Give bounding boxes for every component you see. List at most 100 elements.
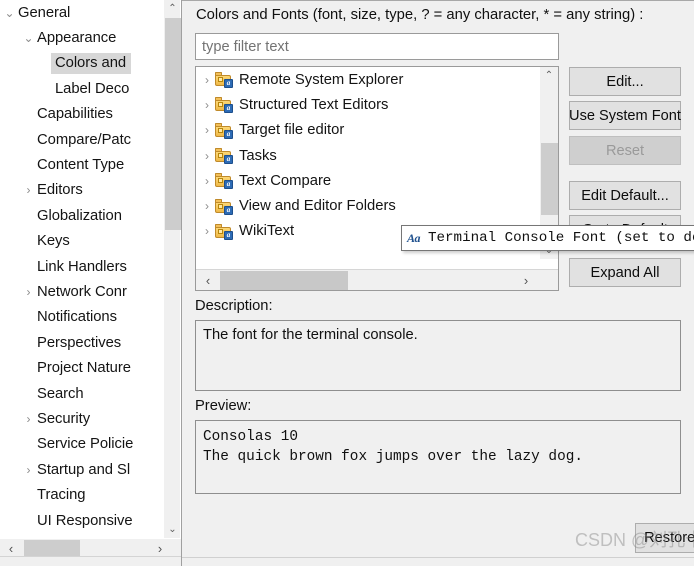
tree-item-label: View and Editor Folders bbox=[239, 198, 396, 215]
fonts-tree-box: › a Remote System Explorer › a Structured Tex… bbox=[195, 66, 559, 291]
chevron-right-icon[interactable]: › bbox=[20, 286, 37, 298]
sidebar-item-appearance[interactable]: ⌄ Appearance bbox=[0, 25, 164, 50]
chevron-down-icon[interactable]: ⌄ bbox=[20, 32, 37, 44]
folder-font-icon: a bbox=[215, 198, 233, 215]
tree-vscroll-thumb[interactable] bbox=[541, 143, 558, 215]
table-row[interactable]: › a Tasks bbox=[196, 143, 540, 168]
font-aa-icon: Aa bbox=[407, 230, 421, 245]
sidebar-item-label-deco[interactable]: Label Deco bbox=[0, 76, 164, 101]
tree-scroll-left-icon[interactable]: ‹ bbox=[198, 270, 218, 290]
preview-line-1: Consolas 10 bbox=[203, 429, 298, 445]
folder-font-icon: a bbox=[215, 72, 233, 89]
sidebar-item-label: UI Responsive bbox=[37, 512, 133, 529]
chevron-right-icon[interactable]: › bbox=[199, 224, 215, 238]
sidebar-item-label: Search bbox=[37, 385, 84, 402]
tree-horizontal-scrollbar[interactable]: ‹ › bbox=[196, 269, 558, 290]
sidebar-item-project-nature[interactable]: Project Nature bbox=[0, 355, 164, 380]
tree-item-label: Remote System Explorer bbox=[239, 71, 404, 88]
chevron-right-icon[interactable]: › bbox=[20, 184, 37, 196]
folder-font-icon: a bbox=[215, 122, 233, 139]
sidebar-item-label: Keys bbox=[37, 233, 70, 250]
sidebar-item-label: General bbox=[18, 4, 71, 21]
chevron-right-icon[interactable]: › bbox=[199, 73, 215, 87]
sidebar-item-label: Project Nature bbox=[37, 360, 131, 377]
sidebar-item-label: Startup and Sl bbox=[37, 461, 131, 478]
description-box: The font for the terminal console. bbox=[195, 320, 681, 391]
sidebar-item-label: Network Conr bbox=[37, 283, 127, 300]
filter-input[interactable] bbox=[195, 33, 559, 60]
sidebar-vscroll-thumb[interactable] bbox=[165, 18, 181, 230]
page-title: Colors and Fonts (font, size, type, ? = … bbox=[196, 7, 644, 23]
tree-item-label: WikiText bbox=[239, 223, 295, 240]
sidebar-item-perspectives[interactable]: Perspectives bbox=[0, 330, 164, 355]
table-row[interactable]: › a Text Compare bbox=[196, 168, 540, 193]
use-system-font-button[interactable]: Use System Font bbox=[569, 101, 681, 130]
chevron-right-icon[interactable]: › bbox=[199, 98, 215, 112]
scroll-up-icon[interactable]: ⌃ bbox=[164, 0, 181, 17]
sidebar-item-link-handlers[interactable]: Link Handlers bbox=[0, 254, 164, 279]
sidebar-item-general[interactable]: ⌄ General bbox=[0, 0, 164, 25]
panel-top-divider bbox=[182, 0, 694, 1]
scroll-left-icon[interactable]: ‹ bbox=[2, 539, 20, 557]
tree-hscroll-thumb[interactable] bbox=[220, 271, 348, 290]
sidebar-item-label: Compare/Patc bbox=[37, 131, 131, 148]
sidebar-item-user-storage[interactable]: ›User Storage bbox=[0, 533, 164, 539]
chevron-right-icon[interactable]: › bbox=[199, 123, 215, 137]
preview-label: Preview: bbox=[195, 398, 252, 414]
table-row[interactable]: › a Structured Text Editors bbox=[196, 92, 540, 117]
sidebar-item-capabilities[interactable]: Capabilities bbox=[0, 102, 164, 127]
tree-scroll-right-icon[interactable]: › bbox=[516, 270, 536, 290]
sidebar-item-colors-and[interactable]: Colors and bbox=[0, 51, 164, 76]
sidebar-horizontal-scrollbar[interactable]: ‹ › bbox=[0, 539, 181, 557]
sidebar-item-network-conr[interactable]: › Network Conr bbox=[0, 279, 164, 304]
scroll-right-icon[interactable]: › bbox=[151, 539, 169, 557]
table-row[interactable]: › a View and Editor Folders bbox=[196, 193, 540, 218]
tree-item-label: Text Compare bbox=[239, 172, 332, 189]
sidebar-item-label: Capabilities bbox=[37, 106, 113, 123]
sidebar-item-label: Content Type bbox=[37, 157, 125, 174]
sidebar-item-service-policie[interactable]: Service Policie bbox=[0, 432, 164, 457]
chevron-right-icon[interactable]: › bbox=[199, 149, 215, 163]
font-tooltip-text: Terminal Console Font (set to default: T… bbox=[428, 230, 694, 246]
expand-all-button[interactable]: Expand All bbox=[569, 258, 681, 287]
tree-item-label: Structured Text Editors bbox=[239, 96, 389, 113]
reset-button: Reset bbox=[569, 136, 681, 165]
sidebar-item-globalization[interactable]: Globalization bbox=[0, 203, 164, 228]
edit-button[interactable]: Edit... bbox=[569, 67, 681, 96]
tree-item-label: Tasks bbox=[239, 147, 277, 164]
tree-scroll-up-icon[interactable]: ⌃ bbox=[540, 67, 558, 84]
sidebar-item-content-type[interactable]: Content Type bbox=[0, 152, 164, 177]
sidebar-item-search[interactable]: Search bbox=[0, 381, 164, 406]
sidebar-item-tracing[interactable]: Tracing bbox=[0, 482, 164, 507]
sidebar-hscroll-thumb[interactable] bbox=[24, 540, 80, 556]
sidebar-item-compare-patc[interactable]: Compare/Patc bbox=[0, 127, 164, 152]
sidebar-item-startup-and-sl[interactable]: › Startup and Sl bbox=[0, 457, 164, 482]
sidebar-item-label: Notifications bbox=[37, 309, 117, 326]
sidebar-item-label: Security bbox=[37, 410, 91, 427]
folder-font-icon: a bbox=[215, 173, 233, 190]
restore-defaults-button[interactable]: Restore Defaults bbox=[635, 523, 694, 553]
edit-default-button[interactable]: Edit Default... bbox=[569, 181, 681, 210]
sidebar-item-label: Appearance bbox=[37, 30, 117, 47]
sidebar-item-ui-responsive[interactable]: UI Responsive bbox=[0, 508, 164, 533]
preferences-dialog: ⌄ General ⌄ Appearance Colors and Label Deco C… bbox=[0, 0, 694, 566]
sidebar-item-editors[interactable]: › Editors bbox=[0, 178, 164, 203]
chevron-right-icon[interactable]: › bbox=[20, 464, 37, 476]
sidebar-tree[interactable]: ⌄ General ⌄ Appearance Colors and Label Deco C… bbox=[0, 0, 164, 538]
chevron-right-icon[interactable]: › bbox=[199, 174, 215, 188]
table-row[interactable]: › a Target file editor bbox=[196, 118, 540, 143]
preferences-category-sidebar: ⌄ General ⌄ Appearance Colors and Label Deco C… bbox=[0, 0, 182, 566]
chevron-right-icon[interactable]: › bbox=[199, 199, 215, 213]
table-row[interactable]: › a Remote System Explorer bbox=[196, 67, 540, 92]
chevron-down-icon[interactable]: ⌄ bbox=[1, 7, 18, 19]
chevron-right-icon[interactable]: › bbox=[20, 413, 37, 425]
sidebar-item-security[interactable]: › Security bbox=[0, 406, 164, 431]
sidebar-item-label: Globalization bbox=[37, 207, 122, 224]
sidebar-item-keys[interactable]: Keys bbox=[0, 229, 164, 254]
sidebar-item-label: Perspectives bbox=[37, 334, 122, 351]
sidebar-vertical-scrollbar[interactable]: ⌃ ⌄ bbox=[163, 0, 181, 538]
font-tooltip: Aa Terminal Console Font (set to default… bbox=[401, 225, 694, 251]
colors-and-fonts-page: Colors and Fonts (font, size, type, ? = … bbox=[182, 0, 694, 566]
sidebar-item-notifications[interactable]: Notifications bbox=[0, 305, 164, 330]
scroll-down-icon[interactable]: ⌄ bbox=[164, 521, 181, 538]
